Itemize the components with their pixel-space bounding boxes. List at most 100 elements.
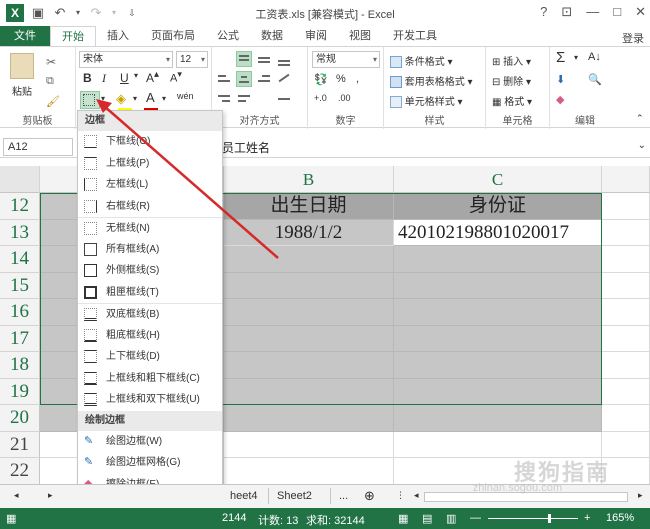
number-format-combo[interactable]: 常规 ▾ — [312, 51, 380, 68]
insert-cells-button[interactable]: ⊞ 插入 ▾ — [492, 53, 531, 68]
row-header[interactable]: 19 — [0, 378, 40, 405]
fill-icon[interactable]: ⬇ — [556, 73, 565, 86]
grid-cell[interactable] — [224, 272, 394, 299]
redo-icon[interactable]: ↷ — [88, 5, 104, 21]
grid-cell[interactable]: 1988/1/2 — [224, 219, 394, 246]
format-as-table-button[interactable]: 套用表格格式 ▾ — [390, 73, 473, 89]
grid-cell[interactable] — [602, 378, 650, 405]
border-option-tdbl[interactable]: 上框线和双下框线(U) — [78, 389, 222, 411]
ribbon-display-icon[interactable]: ⊡ — [561, 4, 572, 20]
borders-button[interactable] — [80, 91, 100, 109]
grid-cell[interactable] — [394, 405, 602, 432]
comma-icon[interactable]: , — [356, 73, 359, 85]
grid-cell[interactable] — [394, 378, 602, 405]
grid-cell[interactable] — [224, 325, 394, 352]
grid-cell[interactable] — [224, 431, 394, 458]
shrink-font-icon[interactable]: A▾ — [170, 69, 182, 85]
format-cells-button[interactable]: ▦ 格式 ▾ — [492, 93, 532, 108]
currency-icon[interactable]: 💱 — [314, 73, 328, 86]
grid-cell[interactable]: 身份证 — [394, 193, 602, 220]
page-break-view-icon[interactable]: ▥ — [446, 512, 456, 525]
cell-styles-button[interactable]: 单元格样式 ▾ — [390, 93, 463, 109]
grid-cell[interactable] — [394, 325, 602, 352]
border-option-bottom[interactable]: 下框线(O) — [78, 131, 222, 153]
grid-cell[interactable]: 出生日期 — [224, 193, 394, 220]
column-header-c[interactable]: C — [394, 166, 602, 193]
select-all-corner[interactable] — [0, 166, 40, 193]
name-box[interactable]: A12 — [3, 138, 73, 156]
italic-button[interactable]: I — [102, 71, 106, 86]
grid-cell[interactable] — [602, 246, 650, 273]
border-option-all[interactable]: 所有框线(A) — [78, 239, 222, 261]
close-button[interactable]: ✕ — [635, 4, 646, 20]
grid-cell[interactable]: 420102198801020017 — [394, 219, 602, 246]
next-sheet-icon[interactable]: ▸ — [40, 488, 61, 503]
redo-dropdown-icon[interactable]: ▾ — [110, 5, 118, 21]
sheet-tab-2[interactable]: Sheet2 — [268, 488, 320, 504]
grid-cell[interactable] — [394, 352, 602, 379]
align-center-icon[interactable] — [236, 71, 252, 87]
autosum-dropdown-icon[interactable]: ▾ — [574, 53, 578, 62]
align-bottom-icon[interactable] — [276, 51, 292, 67]
row-header[interactable]: 14 — [0, 246, 40, 273]
align-left-icon[interactable] — [216, 71, 232, 87]
decrease-indent-icon[interactable] — [216, 91, 232, 107]
copy-icon[interactable]: ⧉ — [46, 75, 54, 88]
menu-item-draw-border[interactable]: ✎ 绘图边框(W) — [78, 431, 222, 453]
grid-cell[interactable] — [224, 405, 394, 432]
column-header-d[interactable] — [602, 166, 650, 193]
undo-icon[interactable]: ↶ — [52, 5, 68, 21]
cut-icon[interactable]: ✂ — [46, 55, 56, 69]
find-select-icon[interactable]: 🔍 — [588, 73, 602, 86]
tab-page-layout[interactable]: 页面布局 — [140, 26, 206, 46]
restore-button[interactable]: □ — [613, 4, 621, 20]
grid-cell[interactable] — [602, 352, 650, 379]
border-option-top[interactable]: 上框线(P) — [78, 153, 222, 175]
border-option-tthick[interactable]: 上框线和粗下框线(C) — [78, 368, 222, 390]
border-option-none[interactable]: 无框线(N) — [78, 217, 222, 239]
align-top-icon[interactable] — [236, 51, 252, 67]
grid-cell[interactable] — [602, 325, 650, 352]
row-header[interactable]: 15 — [0, 272, 40, 299]
fill-color-icon[interactable]: ◈ — [116, 91, 126, 107]
format-painter-icon[interactable]: 🖌 — [46, 95, 60, 108]
add-sheet-icon[interactable]: ⊕ — [356, 488, 383, 506]
percent-icon[interactable]: % — [336, 73, 346, 85]
decrease-decimal-icon[interactable]: .00 — [338, 93, 351, 103]
align-right-icon[interactable] — [256, 71, 272, 87]
grid-cell[interactable] — [224, 458, 394, 484]
border-option-thickb[interactable]: 粗底框线(H) — [78, 325, 222, 347]
fill-dropdown-icon[interactable]: ▾ — [133, 94, 137, 103]
tab-review[interactable]: 审阅 — [294, 26, 338, 46]
normal-view-icon[interactable]: ▦ — [398, 512, 408, 525]
zoom-in-button[interactable]: + — [584, 512, 590, 524]
tab-developer[interactable]: 开发工具 — [382, 26, 448, 46]
merge-center-icon[interactable] — [276, 91, 292, 107]
font-name-combo[interactable]: 宋体 ▾ — [79, 51, 173, 68]
delete-cells-button[interactable]: ⊟ 删除 ▾ — [492, 73, 531, 88]
paste-icon[interactable] — [10, 53, 34, 79]
column-header-b[interactable]: B — [224, 166, 394, 193]
tab-file[interactable]: 文件 — [0, 26, 50, 46]
grid-cell[interactable] — [394, 299, 602, 326]
zoom-level[interactable]: 165% — [606, 512, 634, 524]
page-layout-view-icon[interactable]: ▤ — [422, 512, 432, 525]
border-option-left[interactable]: 左框线(L) — [78, 174, 222, 196]
row-header[interactable]: 17 — [0, 325, 40, 352]
border-option-dbl[interactable]: 双底框线(B) — [78, 303, 222, 325]
grid-cell[interactable] — [602, 299, 650, 326]
border-option-right[interactable]: 右框线(R) — [78, 196, 222, 218]
sort-filter-icon[interactable]: A↓ — [588, 51, 601, 63]
more-sheets[interactable]: ... — [330, 488, 356, 504]
align-middle-icon[interactable] — [256, 51, 272, 67]
sign-in-link[interactable]: 登录 — [622, 30, 644, 46]
grid-cell[interactable] — [224, 299, 394, 326]
row-header[interactable]: 21 — [0, 431, 40, 458]
formula-input[interactable]: 员工姓名 — [222, 139, 270, 156]
undo-dropdown-icon[interactable]: ▾ — [74, 5, 82, 21]
tab-data[interactable]: 数据 — [250, 26, 294, 46]
conditional-formatting-button[interactable]: 条件格式 ▾ — [390, 53, 453, 69]
sheet-tab-4[interactable]: heet4 — [222, 488, 266, 504]
zoom-slider[interactable] — [488, 518, 578, 519]
save-icon[interactable]: ▣ — [30, 5, 46, 21]
